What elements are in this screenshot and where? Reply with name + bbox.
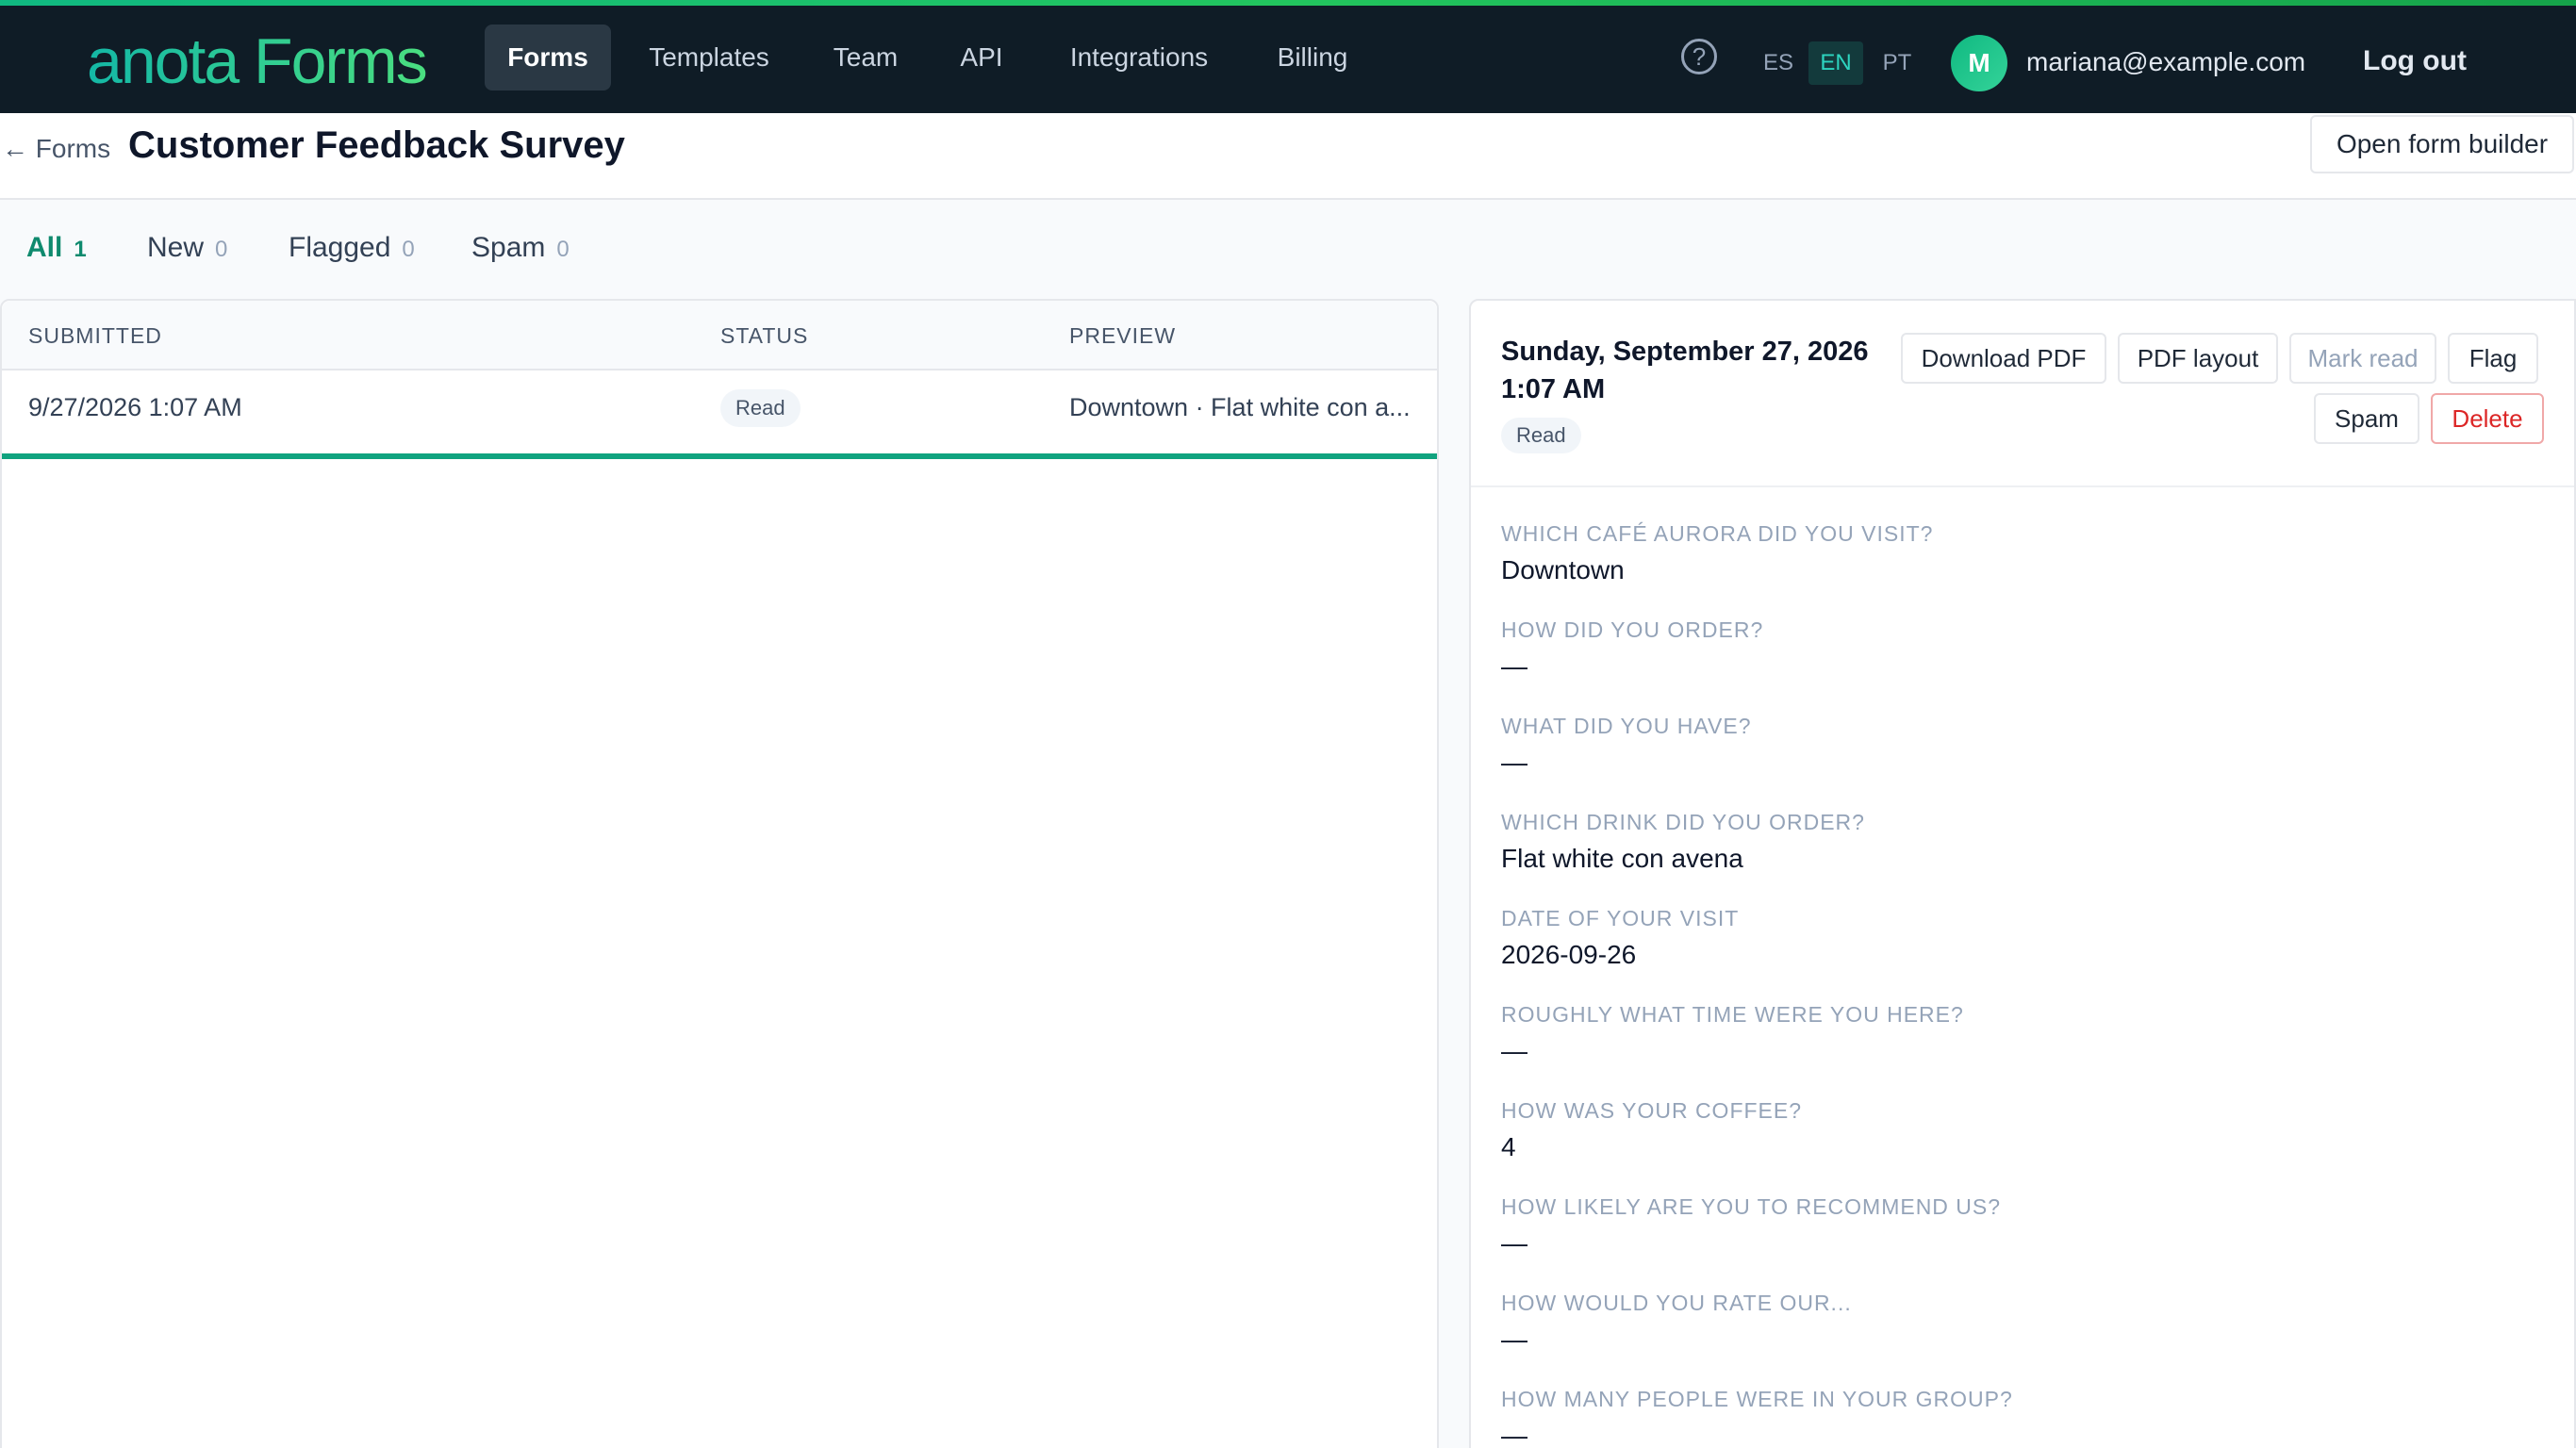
field-value: — — [1501, 1036, 1527, 1065]
table-row[interactable]: 9/27/2026 1:07 AM Read Downtown · Flat w… — [2, 370, 1437, 459]
tab-label: Spam — [471, 232, 546, 263]
mark-read-button[interactable]: Mark read — [2289, 333, 2436, 384]
field-label: ROUGHLY WHAT TIME WERE YOU HERE? — [1501, 1002, 1964, 1027]
brand-logo[interactable]: anota Forms — [87, 25, 428, 98]
nav-forms[interactable]: Forms — [485, 25, 611, 90]
divider — [1471, 485, 2574, 487]
tab-spam[interactable]: Spam 0 — [471, 232, 570, 264]
open-form-builder-button[interactable]: Open form builder — [2310, 115, 2574, 173]
spam-button[interactable]: Spam — [2314, 393, 2419, 444]
field-value: Downtown — [1501, 555, 1625, 584]
column-header-preview[interactable]: PREVIEW — [1069, 323, 1176, 349]
status-badge: Read — [720, 389, 801, 427]
nav-api[interactable]: API — [947, 25, 1016, 90]
back-to-forms-link[interactable]: ← Forms — [2, 134, 110, 164]
tab-label: All — [26, 232, 63, 263]
submission-detail-panel: Sunday, September 27, 2026 1:07 AM Read … — [1469, 299, 2576, 1448]
tab-label: New — [147, 232, 205, 263]
field-label: HOW MANY PEOPLE WERE IN YOUR GROUP? — [1501, 1387, 2013, 1411]
tab-count: 0 — [556, 237, 570, 262]
field-value: — — [1501, 1421, 1527, 1448]
nav-team[interactable]: Team — [817, 25, 915, 90]
field-value: Flat white con avena — [1501, 844, 1743, 873]
language-es[interactable]: ES — [1759, 41, 1797, 85]
submission-datetime: Sunday, September 27, 2026 1:07 AM — [1501, 333, 1897, 408]
page-title: Customer Feedback Survey — [128, 124, 625, 166]
column-header-status[interactable]: STATUS — [720, 323, 808, 349]
nav-templates[interactable]: Templates — [632, 25, 786, 90]
help-icon[interactable]: ? — [1681, 39, 1717, 74]
tab-count: 1 — [74, 237, 87, 262]
field-label: HOW LIKELY ARE YOU TO RECOMMEND US? — [1501, 1194, 2002, 1219]
tab-label: Flagged — [289, 232, 391, 263]
user-email: mariana@example.com — [2026, 47, 2306, 76]
field-value: — — [1501, 651, 1527, 681]
column-header-submitted[interactable]: SUBMITTED — [28, 323, 162, 349]
avatar[interactable]: M — [1951, 35, 2007, 91]
tab-count: 0 — [215, 237, 228, 262]
table-header: SUBMITTED STATUS PREVIEW — [2, 301, 1437, 370]
submitted-cell: 9/27/2026 1:07 AM — [28, 393, 242, 421]
tab-flagged[interactable]: Flagged 0 — [289, 232, 415, 264]
preview-cell: Downtown · Flat white con a... — [1069, 393, 1411, 421]
submission-date: Sunday, September 27, 2026 — [1501, 337, 1869, 367]
field-value: — — [1501, 1325, 1527, 1354]
submission-time: 1:07 AM — [1501, 374, 1606, 404]
submissions-list: SUBMITTED STATUS PREVIEW 9/27/2026 1:07 … — [0, 299, 1439, 1448]
field-label: HOW WAS YOUR COFFEE? — [1501, 1098, 1803, 1123]
language-en[interactable]: EN — [1808, 41, 1863, 85]
field-value: — — [1501, 748, 1527, 777]
language-pt[interactable]: PT — [1878, 41, 1916, 85]
nav-integrations[interactable]: Integrations — [1058, 25, 1220, 90]
field-value: 4 — [1501, 1132, 1516, 1161]
delete-button[interactable]: Delete — [2431, 393, 2544, 444]
flag-button[interactable]: Flag — [2448, 333, 2538, 384]
tab-all[interactable]: All 1 — [26, 232, 87, 264]
tab-count: 0 — [402, 237, 415, 262]
field-label: WHICH CAFÉ AURORA DID YOU VISIT? — [1501, 521, 1934, 546]
page-header: ← Forms Customer Feedback Survey Open fo… — [0, 113, 2576, 200]
field-value: 2026-09-26 — [1501, 940, 1637, 969]
field-label: DATE OF YOUR VISIT — [1501, 906, 1740, 930]
pdf-layout-button[interactable]: PDF layout — [2118, 333, 2278, 384]
logout-button[interactable]: Log out — [2363, 45, 2467, 77]
top-navigation-bar: anota Forms Forms Templates Team API Int… — [0, 6, 2576, 113]
nav-billing[interactable]: Billing — [1265, 25, 1360, 90]
field-label: HOW DID YOU ORDER? — [1501, 617, 1764, 642]
download-pdf-button[interactable]: Download PDF — [1901, 333, 2106, 384]
field-label: WHICH DRINK DID YOU ORDER? — [1501, 810, 1865, 834]
field-label: WHAT DID YOU HAVE? — [1501, 714, 1752, 738]
tab-new[interactable]: New 0 — [147, 232, 227, 264]
field-label: HOW WOULD YOU RATE OUR... — [1501, 1291, 1852, 1315]
field-value: — — [1501, 1228, 1527, 1258]
status-badge: Read — [1501, 418, 1581, 453]
